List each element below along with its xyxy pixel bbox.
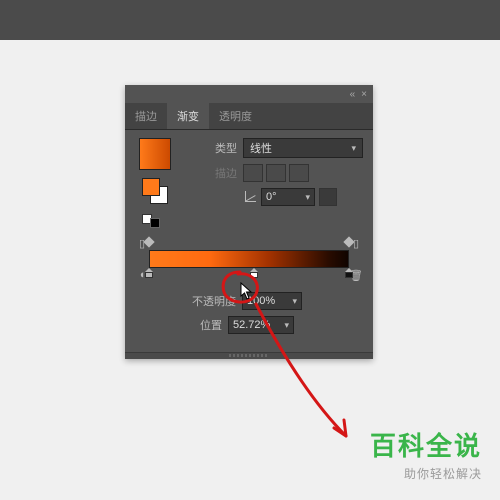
chevron-down-icon: ▾ xyxy=(305,192,310,203)
stroke-mode-3[interactable] xyxy=(289,164,309,182)
tab-stroke[interactable]: 描边 xyxy=(125,103,167,129)
watermark-subtitle: 助你轻松解决 xyxy=(370,465,482,482)
watermark-title: 百科全说 xyxy=(370,426,482,463)
panel-tabs: 描边 渐变 透明度 xyxy=(125,103,373,130)
stroke-mode-1[interactable] xyxy=(243,164,263,182)
fill-stroke-swatch[interactable] xyxy=(142,178,168,204)
tab-gradient[interactable]: 渐变 xyxy=(167,103,209,129)
stroke-apply-buttons xyxy=(243,164,309,182)
color-stop-track[interactable] xyxy=(149,268,349,282)
gradient-bar[interactable] xyxy=(149,250,349,268)
location-label: 位置 xyxy=(200,317,222,333)
collapse-icon[interactable]: « xyxy=(350,89,356,100)
type-select[interactable]: 线性 ▾ xyxy=(243,138,363,158)
stroke-mode-2[interactable] xyxy=(266,164,286,182)
type-select-value: 线性 xyxy=(250,140,272,156)
opacity-label: 不透明度 xyxy=(192,293,236,309)
color-stop[interactable] xyxy=(145,268,153,278)
opacity-stop-track[interactable] xyxy=(149,238,349,248)
aspect-lock-icon[interactable] xyxy=(319,188,337,206)
panel-resize-grip[interactable] xyxy=(125,352,373,359)
app-topbar xyxy=(0,0,500,40)
gradient-preview-swatch[interactable] xyxy=(139,138,171,170)
opacity-input[interactable]: 100% ▾ xyxy=(242,292,302,310)
tab-transparency[interactable]: 透明度 xyxy=(209,103,262,129)
angle-icon xyxy=(243,190,257,204)
reverse-gradient-icon[interactable] xyxy=(142,214,160,228)
stroke-apply-label: 描边 xyxy=(181,165,237,181)
chevron-down-icon: ▾ xyxy=(292,296,297,307)
swatch-column xyxy=(135,138,175,228)
watermark: 百科全说 助你轻松解决 xyxy=(370,426,482,482)
location-value: 52.72% xyxy=(233,319,270,331)
angle-value: 0° xyxy=(266,191,277,203)
opacity-value: 100% xyxy=(247,295,275,307)
angle-input[interactable]: 0° ▾ xyxy=(261,188,315,206)
panel-body: 类型 线性 ▾ 描边 xyxy=(125,130,373,352)
close-icon[interactable]: × xyxy=(361,89,367,100)
color-stop-selected[interactable] xyxy=(250,268,258,278)
location-input[interactable]: 52.72% ▾ xyxy=(228,316,294,334)
chevron-down-icon: ▾ xyxy=(284,320,289,331)
color-stop[interactable] xyxy=(345,268,353,278)
gradient-editor: ▯ ▯ ◖ 🗑 xyxy=(135,236,363,282)
type-label: 类型 xyxy=(181,140,237,156)
fill-swatch[interactable] xyxy=(142,178,160,196)
gradient-panel: « × 描边 渐变 透明度 类型 线性 xyxy=(125,85,373,359)
panel-header: « × xyxy=(125,85,373,103)
chevron-down-icon: ▾ xyxy=(351,143,356,154)
